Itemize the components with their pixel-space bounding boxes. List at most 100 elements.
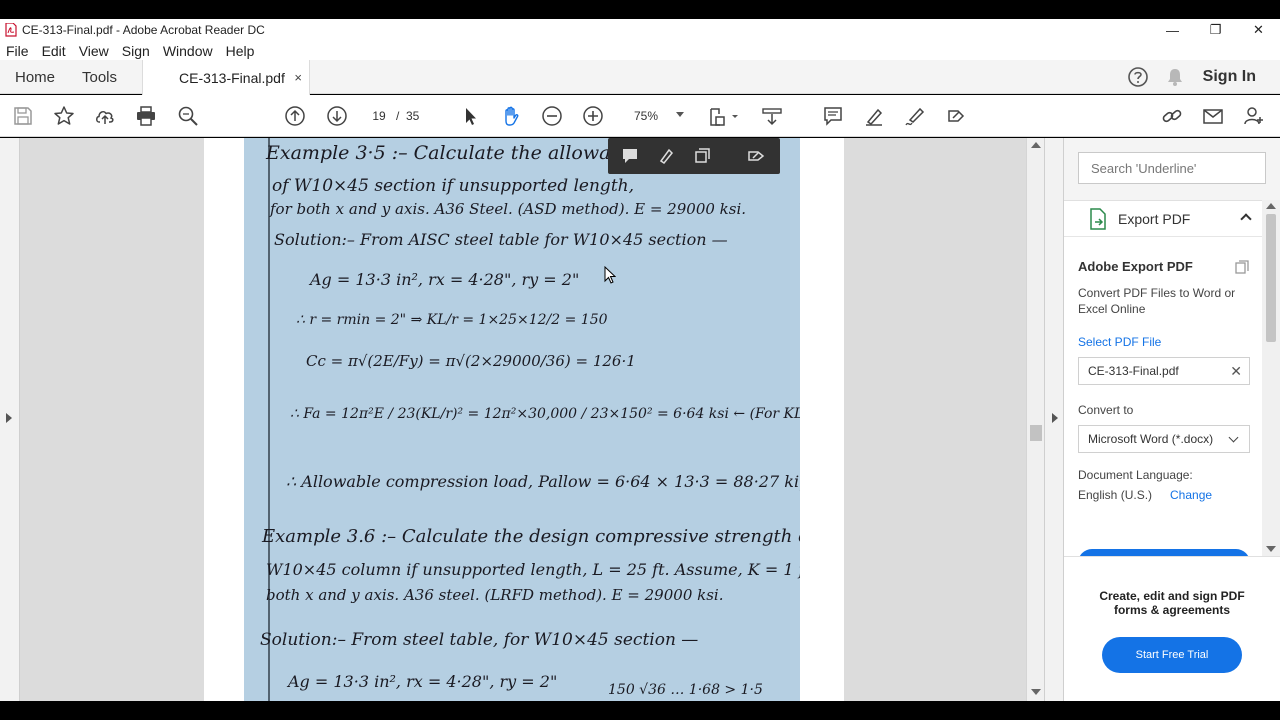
document-scrollbar[interactable] xyxy=(1026,138,1044,701)
page-separator: / xyxy=(396,109,400,123)
scrollbar-thumb[interactable] xyxy=(1266,214,1276,342)
example-3-5-heading: Example 3·5 :– Calculate the allowable xyxy=(266,142,640,164)
highlight-pen-icon[interactable] xyxy=(863,105,885,127)
select-cursor-icon[interactable] xyxy=(459,105,481,127)
fa-calculation: ∴ Fa = 12π²E / 23(KL/r)² = 12π²×30,000 /… xyxy=(290,406,800,422)
example-3-5-line3: for both x and y axis. A36 Steel. (ASD m… xyxy=(270,200,747,218)
acrobat-pdf-icon xyxy=(5,23,17,37)
chevron-up-icon[interactable] xyxy=(1240,213,1252,225)
find-magnifier-icon[interactable] xyxy=(177,105,199,127)
scroll-up-icon[interactable] xyxy=(1031,142,1041,148)
menu-help[interactable]: Help xyxy=(226,43,255,59)
close-tab-icon[interactable]: × xyxy=(294,70,302,85)
tab-bar: Home Tools CE-313-Final.pdf × Sign In xyxy=(0,60,1280,95)
quick-tools-bar xyxy=(608,138,780,174)
maximize-button[interactable]: ❐ xyxy=(1194,19,1237,41)
convert-format-select[interactable]: Microsoft Word (*.docx) xyxy=(1078,425,1250,453)
print-icon[interactable] xyxy=(135,105,157,127)
partial-calculation-line: 150 √36 … 1·68 > 1·5 xyxy=(608,682,763,698)
tab-home[interactable]: Home xyxy=(15,60,55,94)
document-language-value: English (U.S.) xyxy=(1078,488,1153,502)
expand-left-icon xyxy=(6,413,12,423)
left-panel-toggle[interactable] xyxy=(0,138,20,701)
page-number-input[interactable]: 19 xyxy=(365,107,393,125)
close-window-button[interactable]: ✕ xyxy=(1237,19,1280,41)
selected-file-field[interactable]: CE-313-Final.pdf ✕ xyxy=(1078,357,1250,385)
copy-icon[interactable] xyxy=(684,138,720,174)
scanned-handwritten-page: Example 3·5 :– Calculate the allowable o… xyxy=(244,138,800,701)
page-total-count: 35 xyxy=(406,109,420,123)
upload-cloud-icon[interactable] xyxy=(94,105,116,127)
notifications-bell-icon[interactable] xyxy=(1165,67,1185,87)
menu-view[interactable]: View xyxy=(79,43,109,59)
example-3-6-line3: both x and y axis. A36 steel. (LRFD meth… xyxy=(266,586,724,604)
collapse-right-icon xyxy=(1052,413,1058,423)
promo-card: Create, edit and sign PDF forms & agreem… xyxy=(1064,556,1280,701)
more-tools-icon[interactable] xyxy=(738,138,774,174)
start-free-trial-button[interactable]: Start Free Trial xyxy=(1102,637,1242,673)
clear-file-icon[interactable]: ✕ xyxy=(1230,363,1242,380)
slenderness-ratio: ∴ r = rmin = 2" ⇒ KL/r = 1×25×12/2 = 150 xyxy=(296,312,608,328)
zoom-level-value: 75% xyxy=(634,109,659,123)
previous-page-icon[interactable] xyxy=(284,105,306,127)
scroll-up-icon[interactable] xyxy=(1266,203,1276,209)
bookmark-star-icon[interactable] xyxy=(53,105,75,127)
letterbox-bottom xyxy=(0,701,1280,720)
menu-window[interactable]: Window xyxy=(163,43,213,59)
download-scroll-icon[interactable] xyxy=(761,105,783,127)
help-icon[interactable] xyxy=(1127,66,1149,88)
comment-icon[interactable] xyxy=(822,105,844,127)
export-pdf-header[interactable]: Export PDF xyxy=(1064,201,1262,237)
window-titlebar: CE-313-Final.pdf - Adobe Acrobat Reader … xyxy=(0,19,1280,41)
convert-to-label: Convert to xyxy=(1078,403,1134,417)
solution-line: Solution:– From AISC steel table for W10… xyxy=(274,230,728,249)
document-language-label: Document Language: xyxy=(1078,468,1193,482)
convert-format-value: Microsoft Word (*.docx) xyxy=(1088,432,1214,446)
letterbox-top xyxy=(0,0,1280,19)
window-title: CE-313-Final.pdf - Adobe Acrobat Reader … xyxy=(22,23,265,37)
next-page-icon[interactable] xyxy=(326,105,348,127)
mouse-cursor-icon xyxy=(604,266,616,284)
highlight-text-icon[interactable] xyxy=(648,138,684,174)
solution-3-6-line: Solution:– From steel table, for W10×45 … xyxy=(260,630,699,650)
zoom-level-dropdown[interactable]: 75% xyxy=(622,104,690,128)
fill-sign-icon[interactable] xyxy=(945,105,967,127)
select-pdf-file-label[interactable]: Select PDF File xyxy=(1078,335,1161,349)
convert-button[interactable] xyxy=(1078,549,1250,556)
minimize-button[interactable]: — xyxy=(1151,19,1194,41)
selected-file-name: CE-313-Final.pdf xyxy=(1088,364,1179,378)
email-envelope-icon[interactable] xyxy=(1202,105,1224,127)
page-display-icon[interactable] xyxy=(708,105,742,127)
scroll-down-icon[interactable] xyxy=(1031,689,1041,695)
page-margin-line xyxy=(268,138,270,701)
document-tab-label: CE-313-Final.pdf xyxy=(179,69,285,86)
hand-tool-icon[interactable] xyxy=(500,105,522,127)
share-link-icon[interactable] xyxy=(1161,105,1183,127)
add-user-icon[interactable] xyxy=(1243,105,1265,127)
scrollbar-thumb[interactable] xyxy=(1030,425,1042,441)
right-pane-toggle[interactable] xyxy=(1044,138,1064,701)
add-comment-icon[interactable] xyxy=(612,138,648,174)
copy-icon[interactable] xyxy=(1234,259,1250,275)
menu-edit[interactable]: Edit xyxy=(42,43,66,59)
tab-document[interactable]: CE-313-Final.pdf × xyxy=(142,60,310,95)
draw-freeform-icon[interactable] xyxy=(904,105,926,127)
tab-tools[interactable]: Tools xyxy=(82,60,117,94)
zoom-in-icon[interactable] xyxy=(582,105,604,127)
change-language-link[interactable]: Change xyxy=(1170,488,1212,502)
export-pdf-title: Export PDF xyxy=(1118,210,1191,227)
example-3-5-line2: of W10×45 section if unsupported length, xyxy=(272,176,634,196)
allowable-load-answer: ∴ Allowable compression load, Pallow = 6… xyxy=(286,472,800,491)
scroll-down-icon[interactable] xyxy=(1266,546,1276,552)
tools-search-input[interactable]: Search 'Underline' xyxy=(1078,152,1266,184)
save-icon[interactable] xyxy=(12,105,34,127)
tools-pane-scrollbar[interactable] xyxy=(1262,200,1280,556)
zoom-out-icon[interactable] xyxy=(541,105,563,127)
chevron-down-icon xyxy=(676,112,684,117)
sign-in-button[interactable]: Sign In xyxy=(1203,68,1256,86)
menu-sign[interactable]: Sign xyxy=(122,43,150,59)
chevron-down-icon xyxy=(1228,432,1239,443)
menu-file[interactable]: File xyxy=(6,43,29,59)
example-3-6-line2: W10×45 column if unsupported length, L =… xyxy=(266,560,800,579)
example-3-6-heading: Example 3.6 :– Calculate the design comp… xyxy=(262,526,800,547)
